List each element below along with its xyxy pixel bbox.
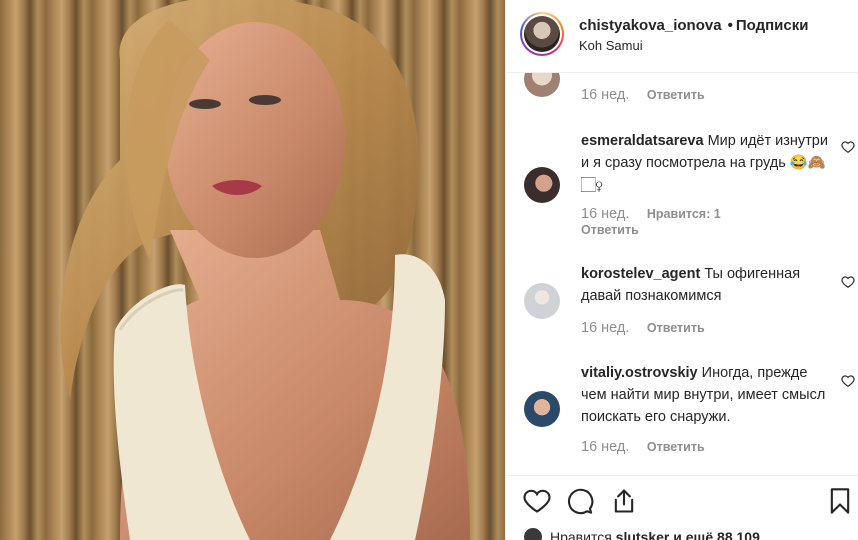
like-comment-heart-icon[interactable] — [841, 275, 855, 289]
like-comment-heart-icon[interactable] — [841, 374, 855, 388]
comments-list[interactable]: 16 нед. Ответить esmeraldatsareva Мир ид… — [506, 73, 858, 474]
comment-username[interactable]: vitaliy.ostrovskiy — [581, 365, 698, 381]
comment-avatar[interactable] — [524, 167, 560, 203]
reply-button[interactable]: Ответить — [647, 321, 705, 335]
post-actions: Нравится slutsker и ещё 88 109 — [506, 475, 858, 540]
author-line: chistyakova_ionova • Подписки — [579, 17, 808, 34]
liker-avatar[interactable] — [524, 528, 542, 540]
comment-username[interactable]: esmeraldatsareva — [581, 133, 704, 149]
post-side-panel: chistyakova_ionova • Подписки Koh Samui 16… — [505, 0, 858, 540]
comment-text: esmeraldatsareva Мир идёт изнутри и я ср… — [581, 130, 831, 196]
comment-likes[interactable]: Нравится: 1 — [647, 207, 721, 221]
comment-username[interactable]: korostelev_agent — [581, 266, 700, 282]
likes-summary: Нравится slutsker и ещё 88 109 — [524, 528, 760, 540]
liker-username[interactable]: slutsker — [616, 529, 670, 540]
comment-icon[interactable] — [566, 487, 594, 515]
comment-avatar[interactable] — [524, 73, 560, 97]
likes-prefix: Нравится — [550, 529, 612, 540]
like-comment-heart-icon[interactable] — [841, 140, 855, 154]
comment-avatar[interactable] — [524, 283, 560, 319]
likes-count[interactable]: и ещё 88 109 — [673, 529, 760, 540]
comment-meta: 16 нед. Нравится: 1 — [581, 206, 721, 222]
photo-illustration — [60, 0, 470, 540]
comment-avatar[interactable] — [524, 391, 560, 427]
comment-time[interactable]: 16 нед. — [581, 320, 629, 336]
comment-time[interactable]: 16 нед. — [581, 206, 629, 222]
comment-time[interactable]: 16 нед. — [581, 87, 629, 103]
comment-text: korostelev_agent Ты офигенная давай позн… — [581, 263, 831, 307]
following-button[interactable]: Подписки — [736, 17, 809, 34]
heart-icon[interactable] — [523, 487, 551, 515]
comment-meta-reply: Ответить — [581, 223, 639, 237]
reply-button[interactable]: Ответить — [647, 440, 705, 454]
separator-dot: • — [727, 17, 733, 34]
post-location[interactable]: Koh Samui — [579, 38, 643, 53]
post-photo[interactable] — [0, 0, 505, 540]
comment-meta: 16 нед. Ответить — [581, 87, 705, 103]
bookmark-icon[interactable] — [826, 487, 854, 515]
reply-button[interactable]: Ответить — [581, 223, 639, 237]
comment-time[interactable]: 16 нед. — [581, 439, 629, 455]
post-header: chistyakova_ionova • Подписки Koh Samui — [506, 0, 858, 73]
comment-meta: 16 нед. Ответить — [581, 320, 705, 336]
reply-button[interactable]: Ответить — [647, 88, 705, 102]
author-username[interactable]: chistyakova_ionova — [579, 17, 722, 34]
author-avatar[interactable] — [520, 12, 564, 56]
comment-text: vitaliy.ostrovskiy Иногда, прежде чем на… — [581, 362, 831, 428]
comment-meta: 16 нед. Ответить — [581, 439, 705, 455]
instagram-post-view: chistyakova_ionova • Подписки Koh Samui 16… — [0, 0, 858, 540]
share-icon[interactable] — [610, 487, 638, 515]
